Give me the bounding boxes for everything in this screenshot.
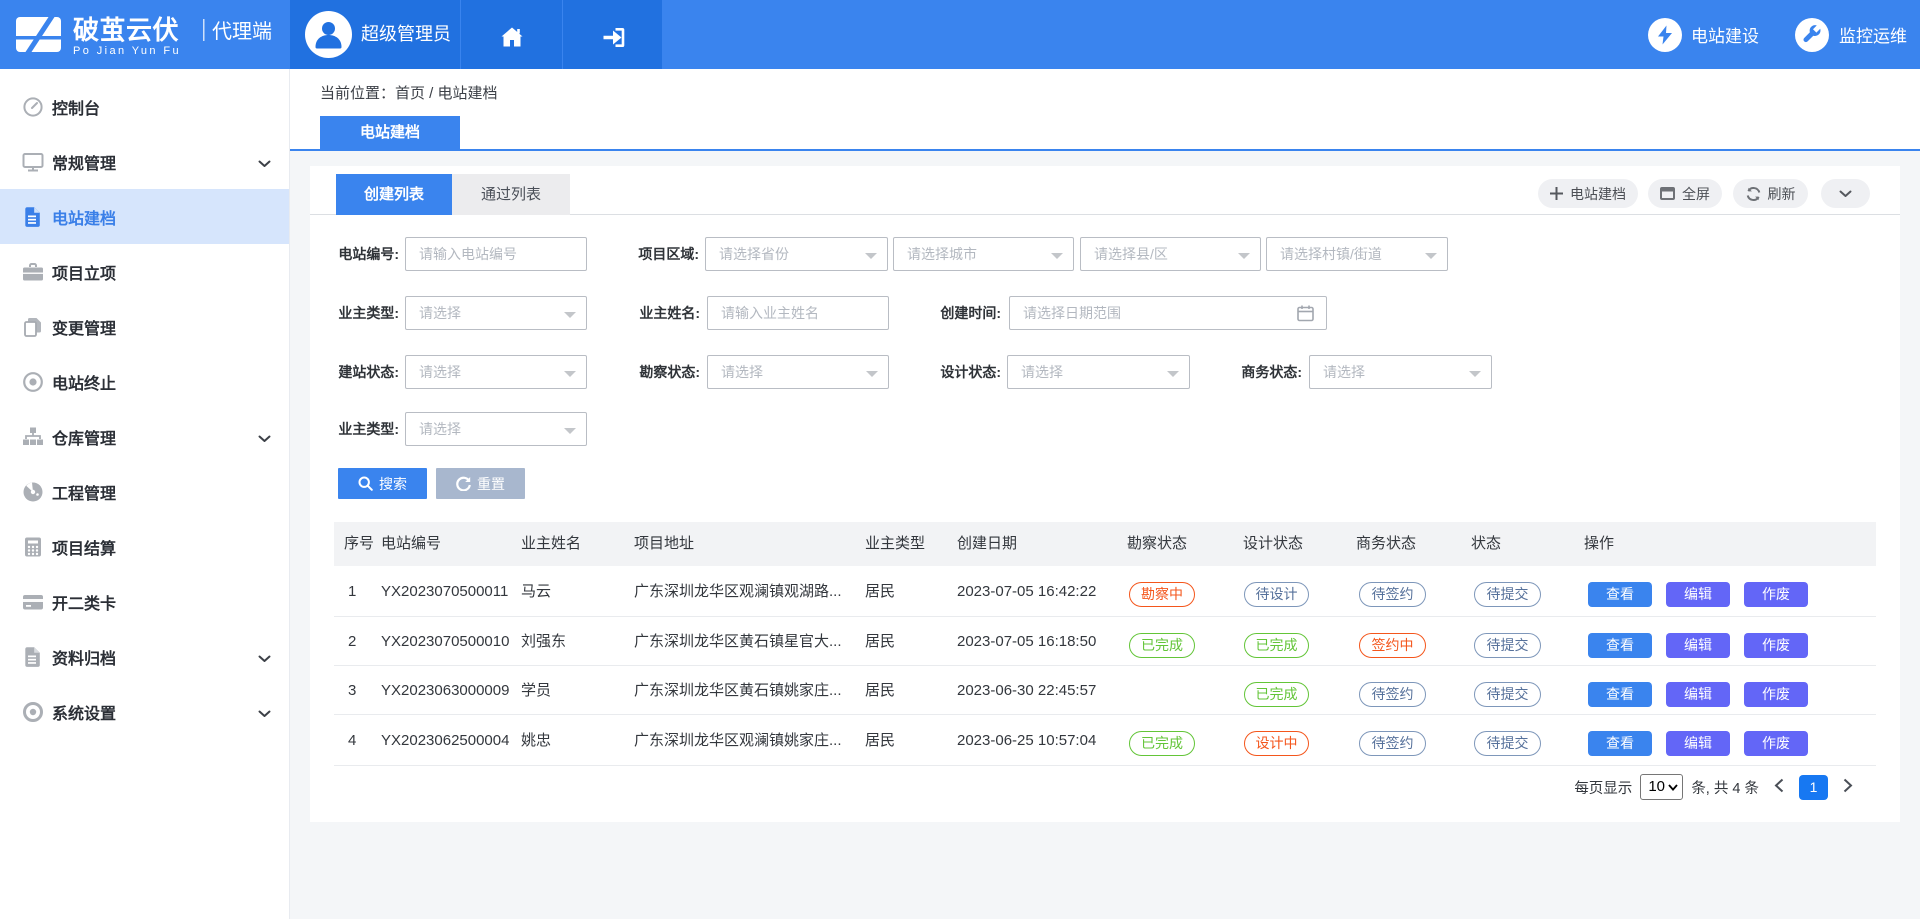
svg-text:破茧云伏: 破茧云伏 — [73, 15, 179, 45]
svg-text:代理端: 代理端 — [212, 20, 272, 43]
svg-text:Po Jian Yun Fu: Po Jian Yun Fu — [73, 45, 181, 57]
